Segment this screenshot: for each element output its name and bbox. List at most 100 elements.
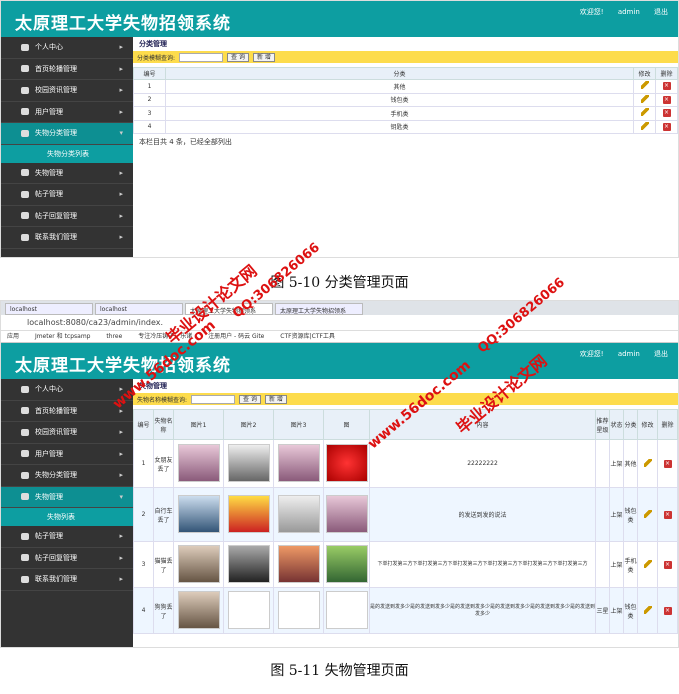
delete-icon[interactable]: × xyxy=(662,95,671,104)
chevron-right-icon: ▸ xyxy=(119,575,123,583)
chevron-right-icon: ▸ xyxy=(119,211,123,220)
delete-icon[interactable]: × xyxy=(662,122,671,131)
table-row: 1 女朋友丢了 22222222 上架 其他 × xyxy=(133,439,678,488)
sidebar-item-lost[interactable]: 失物管理 ▸ xyxy=(1,163,133,184)
table-row: 3 猫猫丢了 下单打发第三方下单打发第三方下单打发第三方下单打发第三方下单打发第… xyxy=(133,541,678,588)
breadcrumb: 失物管理 xyxy=(139,382,167,390)
sidebar-item-posts[interactable]: 帖子管理 ▸ xyxy=(1,526,133,548)
sidebar-item-label: 个人中心 xyxy=(35,43,63,51)
sidebar-subitem-lost-list[interactable]: 失物列表 xyxy=(1,508,133,526)
sidebar-item-users[interactable]: 用户管理 ▸ xyxy=(1,444,133,465)
search-input[interactable] xyxy=(191,394,236,404)
cell-category: 手机类 xyxy=(165,106,634,121)
screenshot-category: 太原理工大学失物招领系统 欢迎您! admin 退出 个人中心 ▸ 首页轮播管理 ▸… xyxy=(0,0,679,258)
user-link[interactable]: admin xyxy=(618,350,640,358)
browser-tab[interactable]: localhost xyxy=(95,303,183,315)
bookmark-item[interactable]: CTF资源库|CTF工具 xyxy=(280,333,335,340)
sidebar-item-posts[interactable]: 帖子管理 ▸ xyxy=(1,184,133,206)
figure-caption-1: 图 5-10 分类管理页面 xyxy=(270,275,409,291)
edit-icon[interactable] xyxy=(640,108,649,117)
sidebar-item-carousel[interactable]: 首页轮播管理 ▸ xyxy=(1,59,133,80)
delete-icon[interactable]: × xyxy=(662,109,671,118)
sidebar-item-contact[interactable]: 联系我们管理 ▸ xyxy=(1,227,133,249)
delete-icon[interactable]: × xyxy=(663,606,672,615)
cell-content: 22222222 xyxy=(369,439,596,488)
anime-girl-image xyxy=(177,544,220,583)
col-delete: 删除 xyxy=(657,409,678,440)
menu-icon xyxy=(21,471,29,479)
anime-girl-image xyxy=(277,443,320,482)
menu-icon xyxy=(21,493,29,500)
chevron-right-icon: ▸ xyxy=(119,107,123,116)
chevron-right-icon: ▸ xyxy=(119,471,123,479)
cell-id: 3 xyxy=(133,541,154,588)
bookmark-item[interactable]: Jmeter 和 tcpsamp xyxy=(35,333,91,340)
edit-icon[interactable] xyxy=(640,121,649,130)
bookmark-item[interactable]: three xyxy=(106,333,122,340)
sidebar-subitem-category-list[interactable]: 失物分类列表 xyxy=(1,144,133,163)
bookmark-item[interactable]: 应用 xyxy=(7,333,19,340)
car-image xyxy=(227,544,270,583)
browser-tab[interactable]: 太原理工大学失物招领系 xyxy=(275,303,363,315)
menu-icon xyxy=(21,385,29,393)
sidebar-item-news[interactable]: 校园资讯管理 ▸ xyxy=(1,422,133,444)
arsenal-logo-image xyxy=(325,443,368,482)
edit-icon[interactable] xyxy=(640,94,649,103)
col-delete: 删除 xyxy=(655,67,678,80)
cell-category: 其他 xyxy=(165,79,634,94)
sidebar-item-category[interactable]: 失物分类管理 ▾ xyxy=(1,123,133,145)
user-link[interactable]: admin xyxy=(618,8,640,16)
query-label: 分类模糊查询: xyxy=(137,54,176,62)
col-id: 编号 xyxy=(133,409,154,440)
bookmark-item[interactable]: 注册用户 - 码云 Gite xyxy=(208,333,264,340)
edit-icon[interactable] xyxy=(643,509,652,518)
edit-icon[interactable] xyxy=(643,559,652,568)
delete-icon[interactable]: × xyxy=(663,560,672,569)
menu-icon xyxy=(21,129,29,137)
delete-icon[interactable]: × xyxy=(663,510,672,519)
search-input[interactable] xyxy=(179,52,224,62)
anime-girl-image xyxy=(177,590,220,629)
cell-content: 的发送到发的说法 xyxy=(369,487,596,542)
app-title: 太原理工大学失物招领系统 xyxy=(15,14,231,34)
car-image xyxy=(227,443,270,482)
sidebar-item-users[interactable]: 用户管理 ▸ xyxy=(1,102,133,123)
edit-icon[interactable] xyxy=(640,81,649,90)
menu-icon xyxy=(21,169,29,176)
delete-icon[interactable]: × xyxy=(663,459,672,468)
cell-rating xyxy=(595,541,610,588)
sidebar-item-profile[interactable]: 个人中心 ▸ xyxy=(1,37,133,59)
cell-rating: 三星 xyxy=(595,587,610,634)
sidebar-item-label: 失物管理 xyxy=(35,168,63,177)
horses-image xyxy=(277,494,320,533)
table-summary: 本栏目共 4 条，已经全部列出 xyxy=(139,138,232,146)
cell-category: 手机类 xyxy=(623,541,638,588)
logout-link[interactable]: 退出 xyxy=(654,8,668,16)
add-button[interactable]: 新 增 xyxy=(264,394,287,404)
sidebar-item-label: 联系我们管理 xyxy=(35,575,77,583)
sidebar-item-news[interactable]: 校园资讯管理 ▸ xyxy=(1,80,133,102)
sidebar-item-label: 帖子管理 xyxy=(35,532,63,540)
delete-icon[interactable]: × xyxy=(662,82,671,91)
sidebar-item-contact[interactable]: 联系我们管理 ▸ xyxy=(1,569,133,591)
person-image xyxy=(277,544,320,583)
address-bar[interactable]: localhost:8080/ca23/admin/index. xyxy=(1,315,678,331)
sidebar-item-category[interactable]: 失物分类管理 ▸ xyxy=(1,465,133,487)
edit-icon[interactable] xyxy=(643,605,652,614)
add-button[interactable]: 新 增 xyxy=(252,52,275,62)
query-button[interactable]: 查 询 xyxy=(239,394,261,404)
chevron-right-icon: ▸ xyxy=(119,168,123,177)
sidebar-item-replies[interactable]: 帖子回复管理 ▸ xyxy=(1,548,133,569)
edit-icon[interactable] xyxy=(643,458,652,467)
menu-icon xyxy=(21,450,29,457)
sidebar: 个人中心 ▸ 首页轮播管理 ▸ 校园资讯管理 ▸ 用户管理 ▸ 失物分类管理 ▾ 失物分类… xyxy=(1,37,133,257)
sidebar-item-label: 失物分类管理 xyxy=(35,471,77,479)
col-image1: 图片1 xyxy=(173,409,224,440)
logout-link[interactable]: 退出 xyxy=(654,350,668,358)
col-status: 状态 xyxy=(609,409,624,440)
sidebar-item-lost[interactable]: 失物管理 ▾ xyxy=(1,486,133,508)
query-button[interactable]: 查 询 xyxy=(227,52,249,62)
browser-tab[interactable]: localhost xyxy=(5,303,93,315)
sidebar-item-replies[interactable]: 帖子回复管理 ▸ xyxy=(1,206,133,227)
chevron-right-icon: ▸ xyxy=(119,43,123,51)
